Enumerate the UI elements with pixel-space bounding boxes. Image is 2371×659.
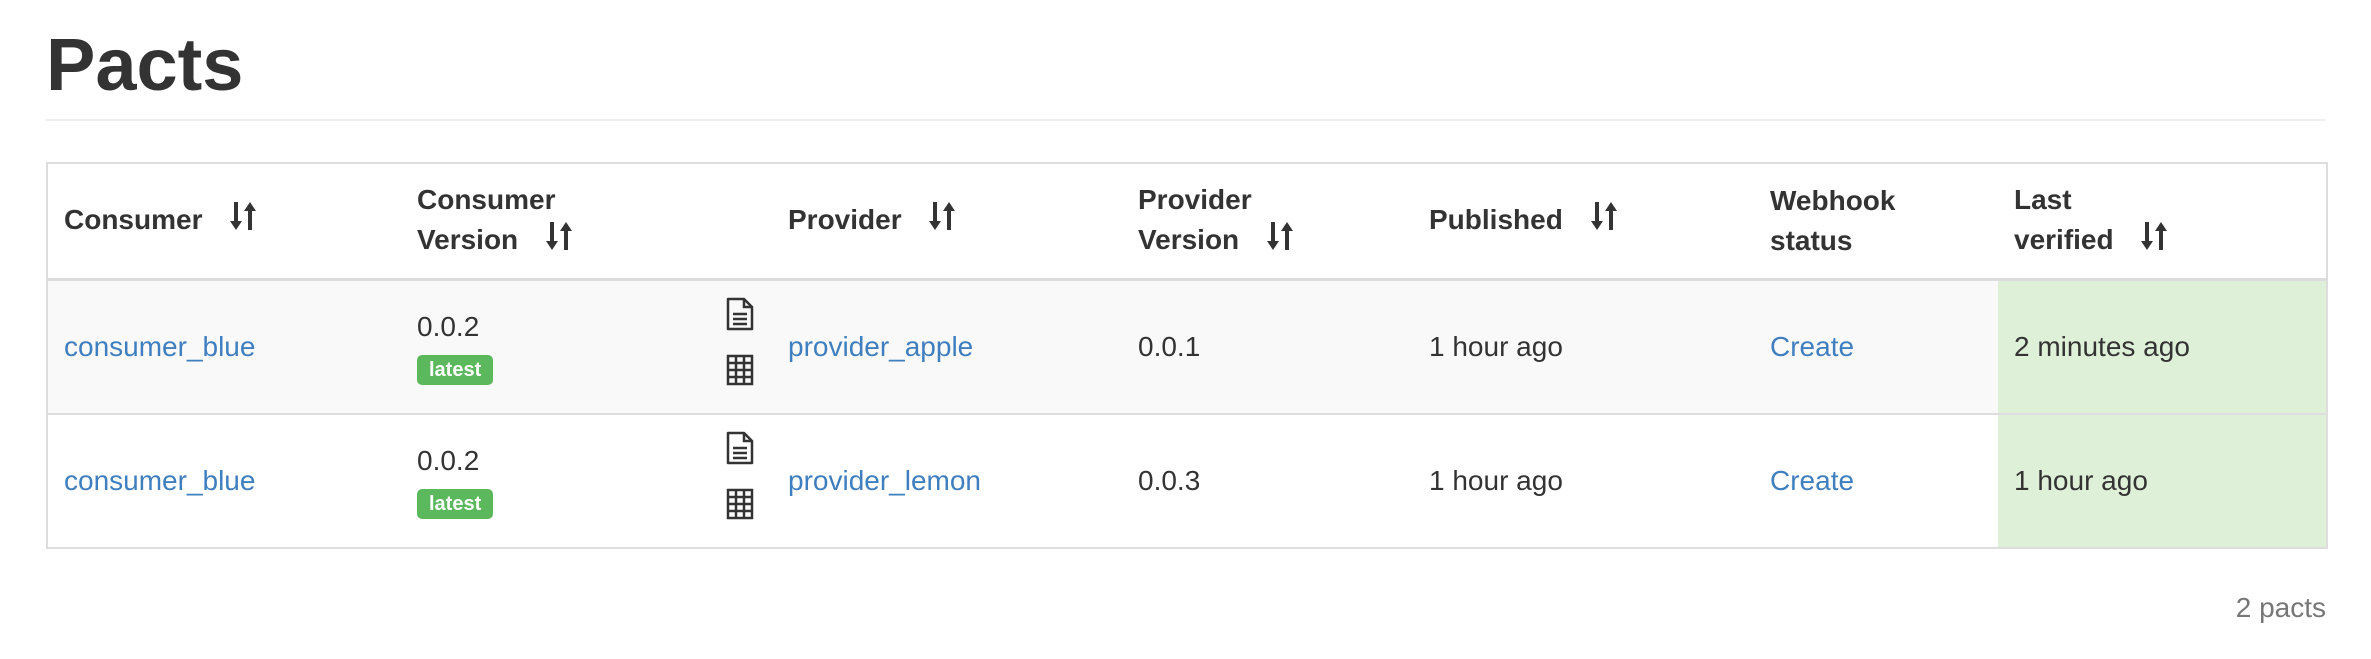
latest-tag-badge: latest — [417, 489, 494, 519]
consumer-version-text: 0.0.2 — [417, 445, 480, 476]
document-icon[interactable] — [708, 431, 772, 476]
last-verified-column-header[interactable]: Last verified — [1998, 163, 2327, 281]
sort-arrows-icon[interactable] — [2141, 221, 2169, 262]
document-icon[interactable] — [708, 297, 772, 342]
provider-version-cell: 0.0.1 — [1122, 278, 1413, 414]
provider-link[interactable]: provider_lemon — [788, 465, 981, 496]
pacts-table: Consumer Consumer Version Provider Provi… — [46, 162, 2328, 549]
table-grid-icon[interactable] — [708, 354, 772, 397]
provider-cell: provider_lemon — [772, 413, 1122, 548]
pact-icons-column-header — [692, 163, 772, 281]
webhook-status-header-line2: status — [1770, 225, 1853, 256]
last-verified-cell: 2 minutes ago — [1998, 278, 2327, 414]
consumer-version-header-line2: Version — [417, 224, 519, 255]
sort-arrows-icon[interactable] — [545, 221, 574, 262]
provider-version-column-header[interactable]: Provider Version — [1122, 163, 1413, 281]
page-title: Pacts — [46, 23, 244, 106]
consumer-version-column-header[interactable]: Consumer Version — [401, 163, 692, 281]
consumer-version-text: 0.0.2 — [417, 311, 480, 342]
table-row: consumer_blue 0.0.2 latest provider_lemo… — [47, 413, 2327, 548]
last-verified-header-line2: verified — [2014, 224, 2114, 255]
table-grid-icon[interactable] — [708, 488, 772, 531]
provider-cell: provider_apple — [772, 278, 1122, 414]
provider-link[interactable]: provider_apple — [788, 331, 973, 362]
pact-icons-cell — [692, 278, 772, 414]
pact-count: 2 pacts — [2235, 592, 2326, 623]
sort-arrows-icon[interactable] — [1266, 221, 1295, 262]
consumer-link[interactable]: consumer_blue — [64, 331, 255, 362]
provider-version-cell: 0.0.3 — [1122, 413, 1413, 548]
provider-version-header-line2: Version — [1138, 224, 1240, 255]
consumer-header-label: Consumer — [64, 204, 203, 235]
published-header-label: Published — [1429, 204, 1563, 235]
last-verified-header-line1: Last — [2014, 184, 2072, 215]
webhook-status-column-header: Webhook status — [1754, 163, 1998, 281]
consumer-version-cell: 0.0.2 latest — [401, 413, 692, 548]
sort-arrows-icon[interactable] — [1590, 201, 1619, 242]
consumer-cell: consumer_blue — [47, 278, 401, 414]
consumer-version-header-line1: Consumer — [417, 184, 556, 215]
consumer-column-header[interactable]: Consumer — [47, 163, 401, 281]
table-row: consumer_blue 0.0.2 latest provider_appl… — [47, 278, 2327, 414]
webhook-status-cell: Create — [1754, 413, 1998, 548]
published-column-header[interactable]: Published — [1413, 163, 1754, 281]
consumer-version-cell: 0.0.2 latest — [401, 278, 692, 414]
provider-column-header[interactable]: Provider — [772, 163, 1122, 281]
webhook-status-cell: Create — [1754, 278, 1998, 414]
provider-version-header-line1: Provider — [1138, 184, 1252, 215]
title-divider — [46, 119, 2326, 121]
consumer-cell: consumer_blue — [47, 413, 401, 548]
consumer-link[interactable]: consumer_blue — [64, 465, 255, 496]
provider-header-label: Provider — [788, 204, 902, 235]
webhook-status-header-line1: Webhook — [1770, 185, 1896, 216]
create-webhook-link[interactable]: Create — [1770, 465, 1854, 496]
sort-arrows-icon[interactable] — [929, 201, 957, 242]
last-verified-cell: 1 hour ago — [1998, 413, 2327, 548]
pact-icons-cell — [692, 413, 772, 548]
latest-tag-badge: latest — [417, 355, 494, 385]
published-cell: 1 hour ago — [1413, 278, 1754, 414]
create-webhook-link[interactable]: Create — [1770, 331, 1854, 362]
table-header-row: Consumer Consumer Version Provider Provi… — [47, 163, 2327, 281]
published-cell: 1 hour ago — [1413, 413, 1754, 548]
sort-arrows-icon[interactable] — [230, 201, 258, 242]
